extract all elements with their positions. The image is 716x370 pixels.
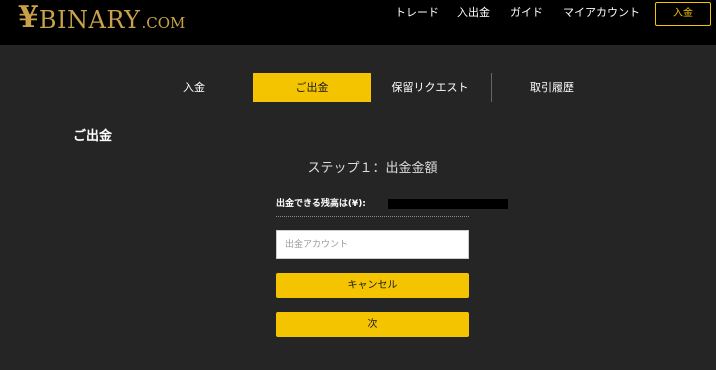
page-title: ご出金 xyxy=(73,129,113,144)
divider xyxy=(276,216,469,217)
next-button[interactable]: 次 xyxy=(276,312,469,337)
nav-guide[interactable]: ガイド xyxy=(510,6,543,20)
top-header: ¥ BINARY .COM トレード 入出金 ガイド マイアカウント 入金 xyxy=(0,0,716,45)
nav-my-account[interactable]: マイアカウント xyxy=(563,6,640,20)
deposit-button[interactable]: 入金 xyxy=(655,2,711,26)
nav-trade[interactable]: トレード xyxy=(395,6,439,20)
tab-transaction-history[interactable]: 取引履歴 xyxy=(493,73,611,102)
tab-withdrawal[interactable]: ご出金 xyxy=(253,73,371,102)
tab-divider xyxy=(491,73,492,102)
balance-label: 出金できる残高は(¥): xyxy=(276,199,366,209)
balance-value-redacted xyxy=(388,199,508,209)
main-nav: トレード 入出金 ガイド マイアカウント xyxy=(0,0,716,28)
tab-deposit[interactable]: 入金 xyxy=(135,73,253,102)
withdrawal-account-input[interactable] xyxy=(276,230,469,259)
nav-deposit-withdrawal[interactable]: 入出金 xyxy=(457,6,490,20)
cancel-button[interactable]: キャンセル xyxy=(276,273,469,298)
step-title: ステップ１：出金金額 xyxy=(307,161,438,176)
tab-pending-requests[interactable]: 保留リクエスト xyxy=(371,73,489,102)
